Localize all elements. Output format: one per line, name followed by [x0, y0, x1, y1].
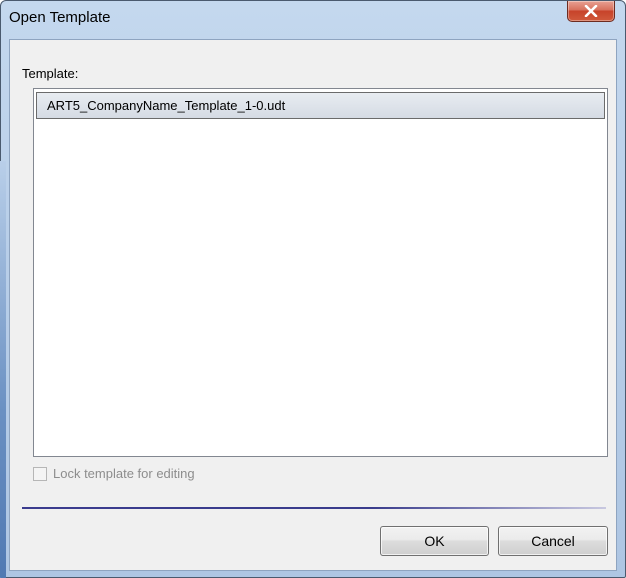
ok-button[interactable]: OK — [380, 526, 489, 556]
window-title: Open Template — [9, 9, 111, 26]
separator — [22, 507, 606, 509]
template-listbox[interactable]: ART5_CompanyName_Template_1-0.udt — [33, 88, 608, 457]
lock-template-label: Lock template for editing — [53, 466, 195, 481]
close-icon — [584, 5, 598, 17]
cancel-button[interactable]: Cancel — [498, 526, 608, 556]
title-bar[interactable]: Open Template — [1, 1, 625, 39]
lock-template-option[interactable]: Lock template for editing — [33, 466, 195, 481]
list-item[interactable]: ART5_CompanyName_Template_1-0.udt — [36, 92, 605, 119]
lock-template-checkbox[interactable] — [33, 466, 47, 481]
template-label: Template: — [22, 66, 79, 81]
close-button[interactable] — [567, 1, 615, 22]
